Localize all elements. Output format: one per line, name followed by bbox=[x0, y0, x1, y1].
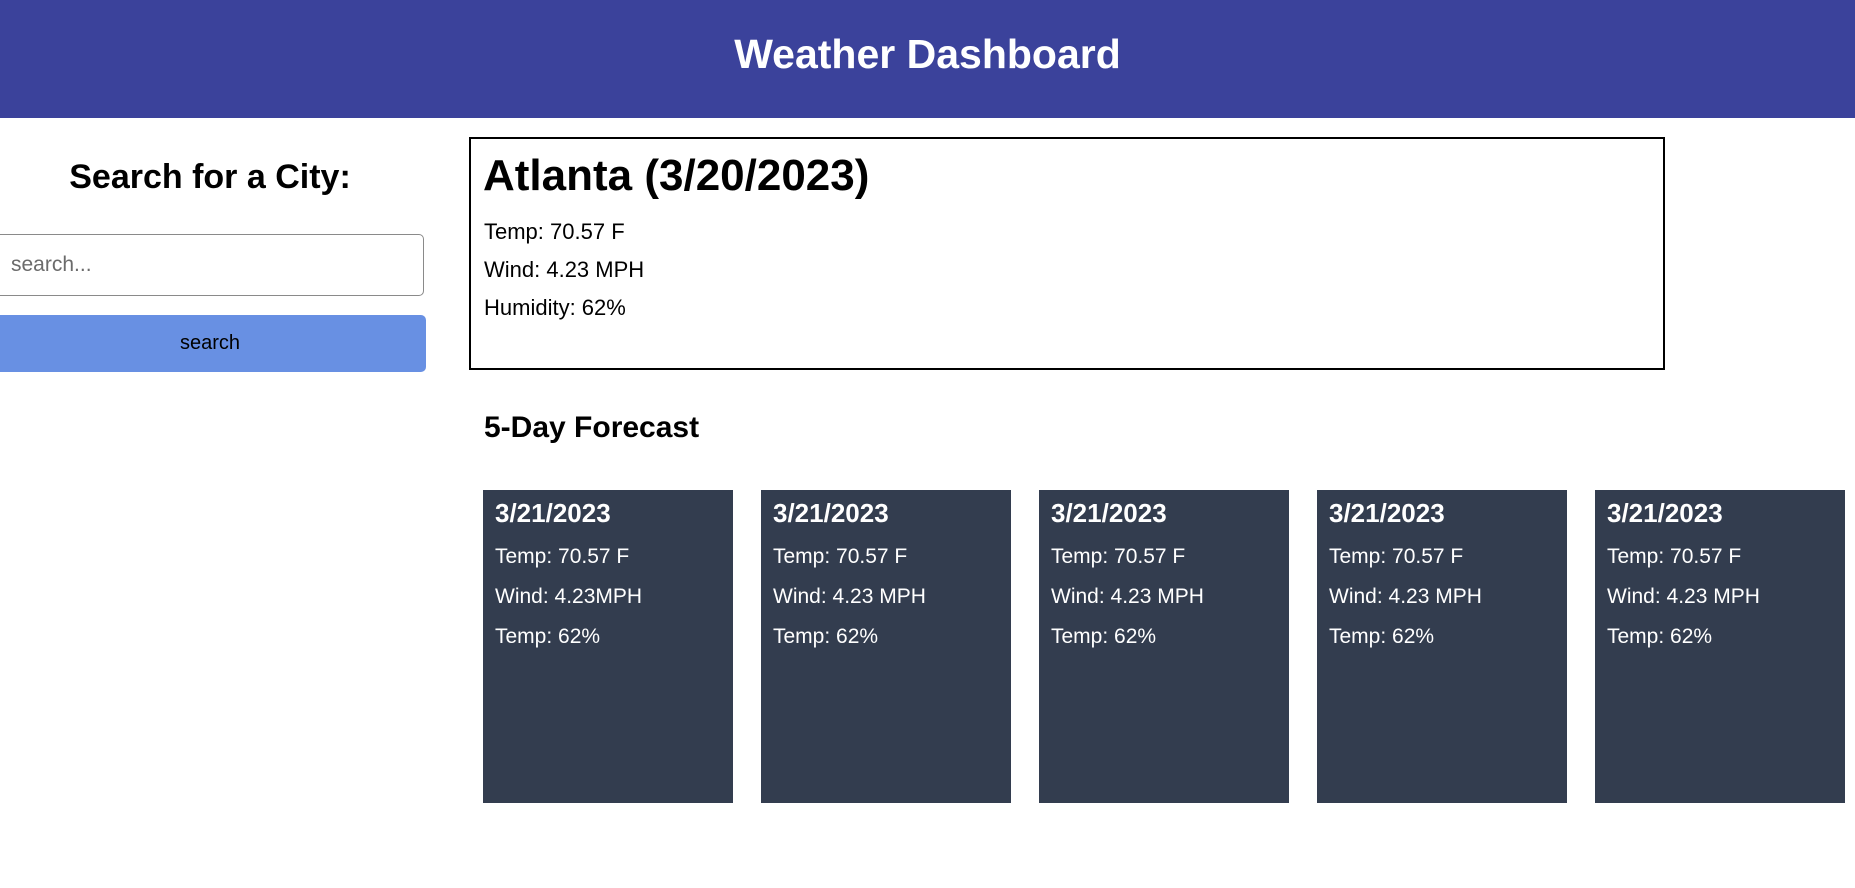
forecast-wind: Wind: 4.23 MPH bbox=[1051, 585, 1204, 608]
forecast-humidity: Temp: 62% bbox=[1329, 625, 1435, 648]
forecast-temp: Temp: 70.57 F bbox=[1329, 545, 1464, 568]
forecast-humidity: Temp: 62% bbox=[773, 625, 879, 648]
forecast-humidity: Temp: 62% bbox=[1051, 625, 1157, 648]
forecast-card: 3/21/2023 Temp: 70.57 F Wind: 4.23 MPH T… bbox=[1039, 490, 1289, 803]
current-humidity: Humidity: 62% bbox=[484, 295, 626, 320]
page-header: Weather Dashboard bbox=[0, 0, 1855, 118]
forecast-date: 3/21/2023 bbox=[773, 498, 889, 528]
forecast-humidity: Temp: 62% bbox=[1607, 625, 1713, 648]
forecast-card: 3/21/2023 Temp: 70.57 F Wind: 4.23 MPH T… bbox=[1595, 490, 1845, 803]
forecast-date: 3/21/2023 bbox=[495, 498, 611, 528]
forecast-temp: Temp: 70.57 F bbox=[1607, 545, 1742, 568]
forecast-temp: Temp: 70.57 F bbox=[1051, 545, 1186, 568]
search-heading: Search for a City: bbox=[69, 158, 351, 196]
forecast-card: 3/21/2023 Temp: 70.57 F Wind: 4.23MPH Te… bbox=[483, 490, 733, 803]
forecast-wind: Wind: 4.23 MPH bbox=[1607, 585, 1760, 608]
forecast-humidity: Temp: 62% bbox=[495, 625, 601, 648]
forecast-temp: Temp: 70.57 F bbox=[773, 545, 908, 568]
current-city-title: Atlanta (3/20/2023) bbox=[483, 151, 870, 200]
current-weather-panel: Atlanta (3/20/2023) Temp: 70.57 F Wind: … bbox=[469, 137, 1665, 370]
forecast-wind: Wind: 4.23 MPH bbox=[1329, 585, 1482, 608]
current-temp: Temp: 70.57 F bbox=[484, 219, 625, 244]
forecast-temp: Temp: 70.57 F bbox=[495, 545, 630, 568]
forecast-date: 3/21/2023 bbox=[1329, 498, 1445, 528]
page-title: Weather Dashboard bbox=[734, 30, 1121, 77]
forecast-wind: Wind: 4.23MPH bbox=[495, 585, 643, 608]
current-wind: Wind: 4.23 MPH bbox=[484, 257, 645, 282]
search-button[interactable]: search bbox=[0, 315, 426, 372]
forecast-date: 3/21/2023 bbox=[1051, 498, 1167, 528]
search-input[interactable] bbox=[0, 234, 424, 296]
forecast-card: 3/21/2023 Temp: 70.57 F Wind: 4.23 MPH T… bbox=[1317, 490, 1567, 803]
forecast-title: 5-Day Forecast bbox=[484, 411, 700, 444]
forecast-date: 3/21/2023 bbox=[1607, 498, 1723, 528]
forecast-wind: Wind: 4.23 MPH bbox=[773, 585, 926, 608]
forecast-card: 3/21/2023 Temp: 70.57 F Wind: 4.23 MPH T… bbox=[761, 490, 1011, 803]
